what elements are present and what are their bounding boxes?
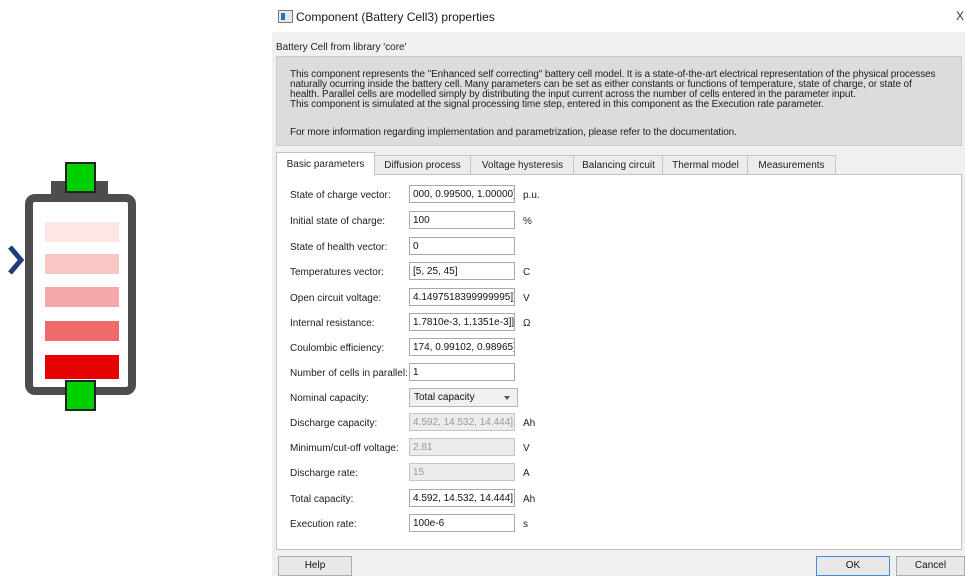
basic-parameters-panel: State of charge vector: 000, 0.99500, 1.… <box>276 174 962 550</box>
param-label-nominal-capacity: Nominal capacity: <box>290 393 369 404</box>
tab-balancing-circuit[interactable]: Balancing circuit <box>573 155 664 175</box>
param-label-soh-vector: State of health vector: <box>290 242 388 253</box>
battery-level-5 <box>45 355 119 379</box>
properties-dialog: Component (Battery Cell3) properties X B… <box>272 0 965 576</box>
description-box: This component represents the "Enhanced … <box>276 56 962 146</box>
param-unit: V <box>523 293 530 304</box>
param-label-discharge-rate: Discharge rate: <box>290 468 358 479</box>
coulombic-efficiency-input[interactable]: 174, 0.99102, 0.98965] <box>409 338 515 356</box>
battery-level-4 <box>45 321 119 341</box>
param-label-discharge-capacity: Discharge capacity: <box>290 418 378 429</box>
battery-level-1 <box>45 222 119 242</box>
param-unit: V <box>523 443 530 454</box>
soh-vector-input[interactable]: 0 <box>409 237 515 255</box>
param-label-open-circuit-voltage: Open circuit voltage: <box>290 293 382 304</box>
cells-parallel-input[interactable]: 1 <box>409 363 515 381</box>
internal-resistance-input[interactable]: 1.7810e-3, 1.1351e-3]] <box>409 313 515 331</box>
battery-level-3 <box>45 287 119 307</box>
tab-basic-parameters[interactable]: Basic parameters <box>276 152 375 176</box>
param-label-soc-vector: State of charge vector: <box>290 190 391 201</box>
tab-thermal-model[interactable]: Thermal model <box>662 155 749 175</box>
param-label-temperatures-vector: Temperatures vector: <box>290 267 384 278</box>
temperatures-vector-input[interactable]: [5, 25, 45] <box>409 262 515 280</box>
description-line: For more information regarding implement… <box>290 127 737 138</box>
open-circuit-voltage-input[interactable]: 4.1497518399999995]] <box>409 288 515 306</box>
window-icon <box>278 10 293 23</box>
soc-vector-input[interactable]: 000, 0.99500, 1.00000] <box>409 185 515 203</box>
param-unit: p.u. <box>523 190 540 201</box>
execution-rate-input[interactable]: 100e-6 <box>409 514 515 532</box>
param-label-initial-soc: Initial state of charge: <box>290 216 386 227</box>
library-label: Battery Cell from library 'core' <box>276 42 407 53</box>
param-label-internal-resistance: Internal resistance: <box>290 318 375 329</box>
dialog-title: Component (Battery Cell3) properties <box>296 10 495 24</box>
positive-terminal[interactable] <box>65 162 96 193</box>
cutoff-voltage-input: 2.81 <box>409 438 515 456</box>
input-port-chevron-icon[interactable] <box>8 245 25 275</box>
total-capacity-input[interactable]: 4.592, 14.532, 14.444] <box>409 489 515 507</box>
param-unit: Ah <box>523 494 536 505</box>
chevron-down-icon <box>504 396 510 400</box>
title-bar[interactable]: Component (Battery Cell3) properties X <box>272 0 965 32</box>
tab-measurements[interactable]: Measurements <box>747 155 836 175</box>
tab-voltage-hysteresis[interactable]: Voltage hysteresis <box>470 155 575 175</box>
param-unit: % <box>523 216 532 227</box>
param-label-coulombic-efficiency: Coulombic efficiency: <box>290 343 385 354</box>
param-unit: C <box>523 267 531 278</box>
description-line: This component is simulated at the signa… <box>290 99 824 110</box>
param-label-cells-parallel: Number of cells in parallel: <box>290 368 408 379</box>
nominal-capacity-select[interactable]: Total capacity <box>409 388 518 407</box>
battery-cell-symbol[interactable] <box>0 150 145 420</box>
param-unit: Ω <box>523 318 531 329</box>
nominal-capacity-value: Total capacity <box>414 392 475 403</box>
param-unit: s <box>523 519 528 530</box>
ok-button[interactable]: OK <box>816 556 890 576</box>
param-unit: A <box>523 468 530 479</box>
close-icon[interactable]: X <box>956 9 964 23</box>
discharge-rate-input: 15 <box>409 463 515 481</box>
help-button[interactable]: Help <box>278 556 352 576</box>
cancel-button[interactable]: Cancel <box>896 556 965 576</box>
param-label-cutoff-voltage: Minimum/cut-off voltage: <box>290 443 399 454</box>
param-label-total-capacity: Total capacity: <box>290 494 354 505</box>
battery-level-2 <box>45 254 119 274</box>
tab-diffusion-process[interactable]: Diffusion process <box>373 155 472 175</box>
discharge-capacity-input: 4.592, 14.532, 14.444] <box>409 413 515 431</box>
param-label-execution-rate: Execution rate: <box>290 519 357 530</box>
param-unit: Ah <box>523 418 536 429</box>
negative-terminal[interactable] <box>65 380 96 411</box>
initial-soc-input[interactable]: 100 <box>409 211 515 229</box>
